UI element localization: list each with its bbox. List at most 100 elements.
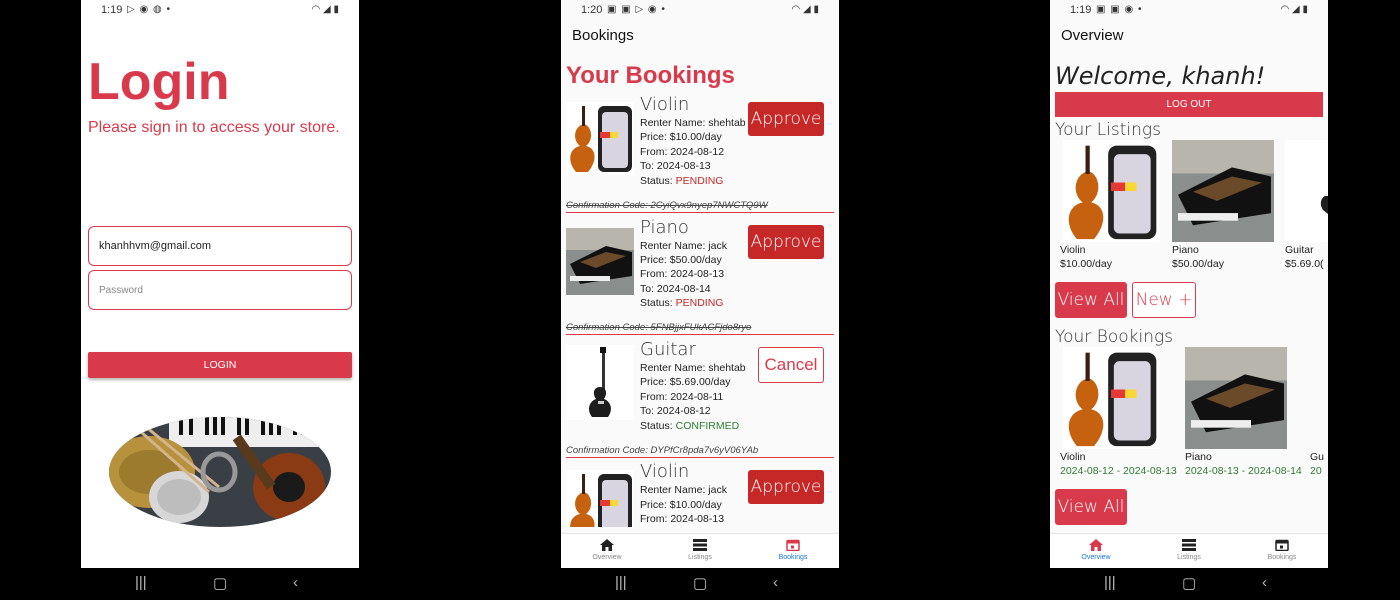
home-icon[interactable]: ▢ bbox=[1182, 574, 1196, 592]
booking-title: Violin bbox=[640, 461, 690, 482]
booking-name: Violin bbox=[1060, 451, 1086, 463]
back-icon[interactable]: ‹ bbox=[773, 574, 778, 591]
home-icon[interactable]: ▢ bbox=[693, 574, 707, 592]
recents-icon[interactable]: ||| bbox=[1104, 574, 1116, 591]
status-time: 1:19 bbox=[1070, 4, 1092, 16]
calendar-icon bbox=[786, 539, 800, 551]
confirmation-code: Confirmation Code: DYPfCr8pda7v6yV06YAb bbox=[566, 445, 834, 458]
to-date: To: 2024-08-14 bbox=[640, 283, 711, 295]
tab-listings[interactable]: Listings bbox=[1143, 534, 1235, 568]
status-line: Status: PENDING bbox=[640, 175, 723, 187]
login-button-label: LOGIN bbox=[203, 359, 237, 371]
guitar-image bbox=[1285, 140, 1328, 242]
piano-image bbox=[1172, 140, 1274, 242]
violin-image bbox=[1060, 140, 1162, 242]
email-value: khanhhvm@gmail.com bbox=[99, 240, 212, 252]
booking-title: Violin bbox=[640, 94, 690, 115]
status-bar: 1:19 ▷ ◉ ◍ • ◠ ◢ ▮ bbox=[81, 0, 359, 20]
home-icon bbox=[1089, 539, 1103, 551]
status-bar: 1:20 ▣ ▣ ▷ ◉ • ◠ ◢ ▮ bbox=[561, 0, 839, 20]
status-pending: PENDING bbox=[675, 175, 724, 187]
signal-battery-icon: ◠ ◢ ▮ bbox=[1280, 4, 1308, 15]
login-button[interactable]: LOGIN bbox=[88, 352, 352, 378]
from-date: From: 2024-08-12 bbox=[640, 146, 725, 158]
list-icon bbox=[693, 539, 707, 551]
status-bar: 1:19 ▣ ▣ ◉ • ◠ ◢ ▮ bbox=[1050, 0, 1328, 20]
approve-button[interactable]: Approve bbox=[748, 470, 824, 504]
booking-dates: 20 bbox=[1310, 465, 1322, 477]
email-field[interactable]: khanhhvm@gmail.com bbox=[88, 226, 352, 266]
booking-name: Gu bbox=[1310, 451, 1325, 463]
listings-title: Your Listings bbox=[1055, 120, 1161, 140]
from-date: From: 2024-08-11 bbox=[640, 391, 724, 403]
signal-battery-icon: ◠ ◢ ▮ bbox=[791, 4, 819, 15]
status-confirmed: CONFIRMED bbox=[675, 420, 740, 432]
logout-button[interactable]: LOG OUT bbox=[1055, 92, 1323, 117]
notification-icons: ▣ ▣ ▷ ◉ • bbox=[607, 4, 666, 15]
renter-name: Renter Name: shehtab bbox=[640, 362, 746, 374]
listing-price: $5.69.0( bbox=[1285, 258, 1324, 270]
logout-label: LOG OUT bbox=[1166, 99, 1212, 110]
to-date: To: 2024-08-12 bbox=[640, 405, 711, 417]
header-title: Overview bbox=[1061, 27, 1124, 44]
tab-overview[interactable]: Overview bbox=[1050, 534, 1142, 568]
booking-title: Guitar bbox=[640, 339, 696, 360]
to-date: To: 2024-08-13 bbox=[640, 160, 711, 172]
price: Price: $50.00/day bbox=[640, 254, 722, 266]
listing-card[interactable]: Guitar $5.69.0( bbox=[1285, 140, 1328, 275]
price: Price: $5.69.00/day bbox=[640, 376, 731, 388]
booking-dates: 2024-08-12 - 2024-08-13 bbox=[1060, 465, 1177, 477]
from-date: From: 2024-08-13 bbox=[640, 268, 725, 280]
tab-label: Listings bbox=[1177, 554, 1201, 561]
listing-name: Violin bbox=[1060, 244, 1086, 256]
approve-button[interactable]: Approve bbox=[748, 102, 824, 136]
calendar-icon bbox=[1275, 539, 1289, 551]
price: Price: $10.00/day bbox=[640, 499, 722, 511]
booking-card[interactable]: Gu 20 bbox=[1310, 347, 1328, 482]
back-icon[interactable]: ‹ bbox=[293, 574, 298, 591]
violin-image bbox=[566, 102, 634, 174]
view-all-bookings-button[interactable]: View All bbox=[1055, 489, 1127, 525]
your-bookings-title: Your Bookings bbox=[1055, 327, 1174, 347]
status-label: Status: bbox=[640, 297, 676, 309]
new-listing-button[interactable]: New + bbox=[1132, 282, 1196, 318]
page-title: Your Bookings bbox=[566, 62, 735, 89]
booking-title: Piano bbox=[640, 217, 689, 238]
tab-overview[interactable]: Overview bbox=[561, 534, 653, 568]
listing-name: Guitar bbox=[1285, 244, 1314, 256]
status-label: Status: bbox=[640, 420, 676, 432]
home-icon[interactable]: ▢ bbox=[213, 574, 227, 592]
confirmation-code: Confirmation Code: 5FNBjjxFUkACFjdo8ryo bbox=[566, 322, 834, 335]
back-icon[interactable]: ‹ bbox=[1262, 574, 1267, 591]
cancel-button[interactable]: Cancel bbox=[758, 347, 824, 383]
notification-icons: ▣ ▣ ◉ • bbox=[1096, 4, 1143, 15]
tab-label: Bookings bbox=[778, 554, 808, 561]
from-date: From: 2024-08-13 bbox=[640, 513, 725, 525]
notification-icons: ▷ ◉ ◍ • bbox=[127, 4, 171, 15]
bottom-tab-bar: Overview Listings Bookings bbox=[1050, 533, 1328, 568]
android-nav-bar: ||| ▢ ‹ bbox=[81, 568, 359, 600]
status-line: Status: PENDING bbox=[640, 297, 723, 309]
password-field[interactable]: Password bbox=[88, 270, 352, 310]
instruments-hero-image bbox=[109, 417, 331, 527]
guitar-image bbox=[566, 345, 634, 420]
renter-name: Renter Name: jack bbox=[640, 240, 727, 252]
piano-image bbox=[1185, 347, 1287, 449]
tab-bookings[interactable]: Bookings bbox=[747, 534, 839, 568]
tab-listings[interactable]: Listings bbox=[654, 534, 746, 568]
bookings-screen: 1:20 ▣ ▣ ▷ ◉ • ◠ ◢ ▮ Bookings Your Booki… bbox=[561, 0, 839, 600]
bottom-tab-bar: Overview Listings Bookings bbox=[561, 533, 839, 568]
booking-dates: 2024-08-13 - 2024-08-14 bbox=[1185, 465, 1302, 477]
recents-icon[interactable]: ||| bbox=[615, 574, 627, 591]
status-time: 1:19 bbox=[101, 4, 123, 16]
tab-label: Overview bbox=[592, 554, 622, 561]
recents-icon[interactable]: ||| bbox=[135, 574, 147, 591]
password-placeholder: Password bbox=[99, 285, 143, 296]
view-all-listings-button[interactable]: View All bbox=[1055, 282, 1127, 318]
approve-button[interactable]: Approve bbox=[748, 225, 824, 259]
signal-battery-icon: ◠ ◢ ▮ bbox=[311, 4, 339, 15]
tab-bookings[interactable]: Bookings bbox=[1236, 534, 1328, 568]
overview-screen: 1:19 ▣ ▣ ◉ • ◠ ◢ ▮ Overview Welcome, kha… bbox=[1050, 0, 1328, 600]
listing-name: Piano bbox=[1172, 244, 1199, 256]
home-icon bbox=[600, 539, 614, 551]
